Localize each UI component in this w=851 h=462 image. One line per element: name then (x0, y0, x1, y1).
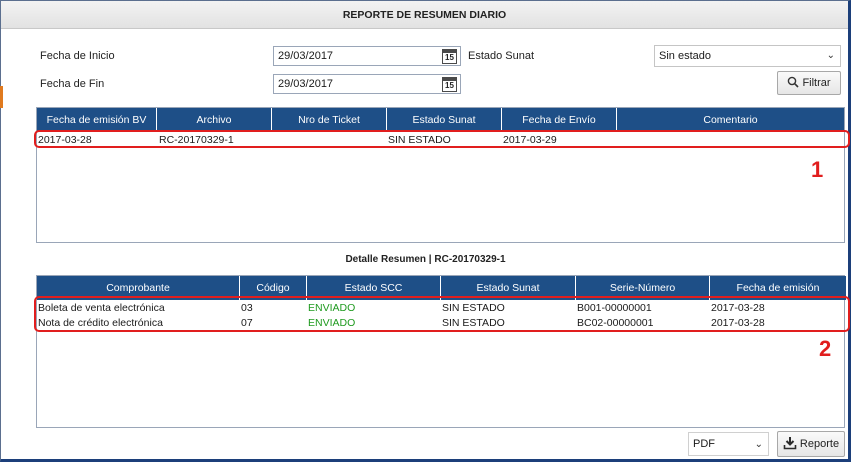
window-title: REPORTE DE RESUMEN DIARIO (1, 1, 848, 29)
column-header[interactable]: Nro de Ticket (272, 108, 387, 132)
annotation-marker-1: 1 (811, 157, 824, 182)
filtrar-label: Filtrar (802, 77, 831, 89)
format-select[interactable]: PDF ⌄ (688, 432, 769, 456)
fecha-inicio-value: 29/03/2017 (278, 50, 334, 62)
reporte-button[interactable]: Reporte (777, 431, 845, 457)
chevron-down-icon: ⌄ (826, 50, 835, 61)
format-value: PDF (693, 438, 715, 450)
column-header[interactable]: Fecha de Envío (502, 108, 617, 132)
fecha-inicio-field[interactable]: 29/03/2017 15 (273, 46, 461, 66)
fecha-fin-field[interactable]: 29/03/2017 15 (273, 74, 461, 94)
left-accent-bar (0, 86, 3, 108)
column-header[interactable]: Archivo (157, 108, 272, 132)
highlight-box-1 (34, 130, 850, 148)
estado-sunat-select[interactable]: Sin estado ⌄ (654, 45, 841, 67)
fecha-fin-value: 29/03/2017 (278, 78, 334, 90)
search-icon (788, 76, 800, 88)
estado-sunat-label: Estado Sunat (468, 50, 535, 62)
resumen-grid-header: Fecha de emisión BV Archivo Nro de Ticke… (37, 108, 844, 132)
column-header[interactable]: Comentario (617, 108, 844, 132)
reporte-label: Reporte (799, 438, 840, 450)
estado-sunat-value: Sin estado (659, 50, 711, 62)
calendar-icon[interactable]: 15 (442, 77, 457, 92)
column-header[interactable]: Estado Sunat (387, 108, 502, 132)
annotation-marker-2: 2 (819, 336, 832, 361)
calendar-icon[interactable]: 15 (442, 49, 457, 64)
highlight-box-2 (34, 296, 850, 332)
fecha-inicio-label: Fecha de Inicio (40, 50, 115, 62)
detalle-title: Detalle Resumen | RC-20170329-1 (345, 254, 506, 265)
column-header[interactable]: Fecha de emisión BV (37, 108, 157, 132)
download-icon (783, 437, 797, 450)
fecha-fin-label: Fecha de Fin (40, 78, 105, 90)
resumen-grid: Fecha de emisión BV Archivo Nro de Ticke… (36, 107, 845, 243)
filtrar-button[interactable]: Filtrar (777, 71, 841, 95)
chevron-down-icon: ⌄ (754, 439, 763, 450)
